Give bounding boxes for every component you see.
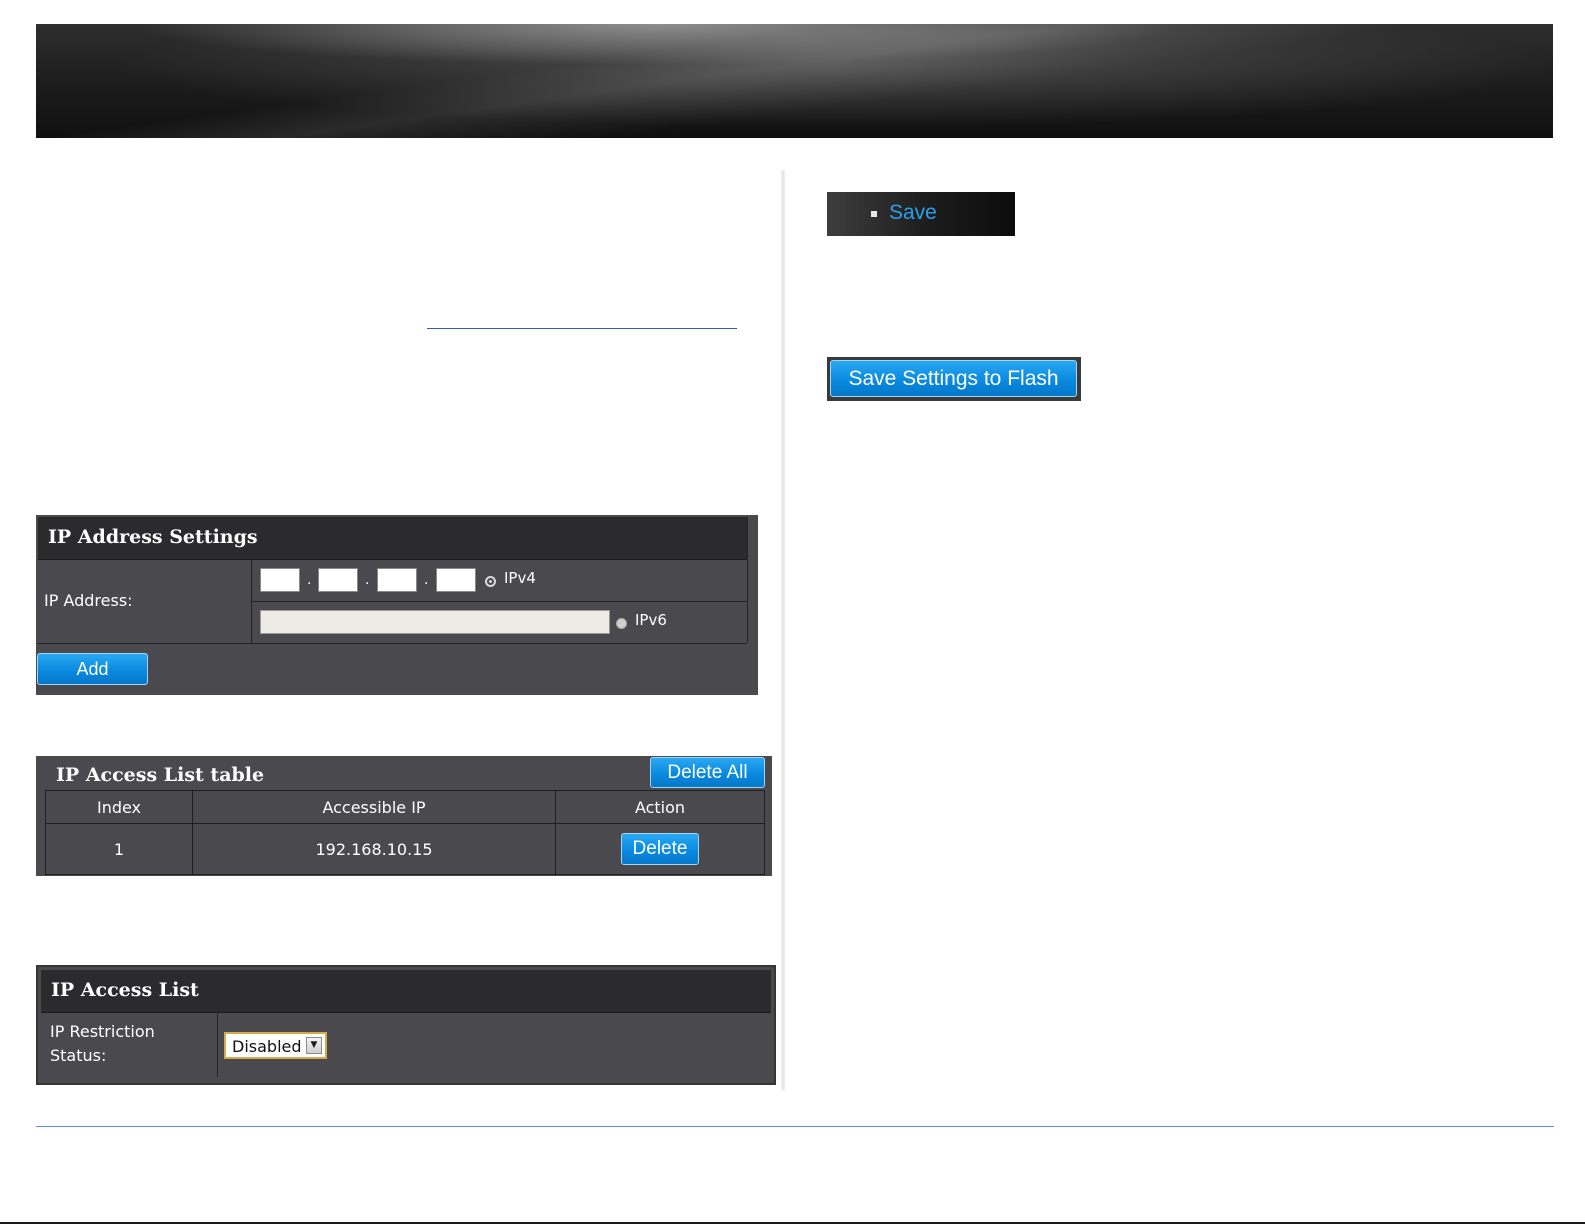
panel-title: IP Address Settings xyxy=(48,526,258,548)
bullet-icon xyxy=(871,211,877,217)
panel-header: IP Access List xyxy=(41,970,771,1013)
ipv4-octet-1-input[interactable] xyxy=(260,568,300,592)
ipv4-octet-2-input[interactable] xyxy=(318,568,358,592)
hyperlink-underline[interactable] xyxy=(427,328,737,329)
column-header-action: Action xyxy=(555,790,765,824)
accessible-ip-cell: 192.168.10.15 xyxy=(192,823,556,875)
access-list-table: Index Accessible IP Action 1 192.168.10.… xyxy=(45,790,765,875)
add-button[interactable]: Add xyxy=(37,653,148,685)
chevron-down-icon[interactable]: ▼ xyxy=(306,1037,322,1054)
panel-border xyxy=(747,517,748,643)
ipv6-row: IPv6 xyxy=(252,602,747,644)
save-settings-frame: Save Settings to Flash xyxy=(827,357,1081,401)
column-divider xyxy=(781,170,785,1090)
table-header-row: Index Accessible IP Action xyxy=(45,790,765,824)
delete-all-button[interactable]: Delete All xyxy=(650,757,765,788)
ip-address-label-cell: IP Address: xyxy=(38,560,252,644)
select-value: Disabled xyxy=(232,1037,302,1056)
save-settings-to-flash-button[interactable]: Save Settings to Flash xyxy=(830,360,1077,397)
ipv4-octet-4-input[interactable] xyxy=(436,568,476,592)
ipv4-radio[interactable] xyxy=(485,576,496,587)
ipv6-label: IPv6 xyxy=(635,611,667,629)
index-cell: 1 xyxy=(45,823,193,875)
ip-restriction-label-cell: IP Restriction Status: xyxy=(41,1013,218,1077)
panel-header: IP Address Settings xyxy=(38,517,747,560)
action-cell: Delete xyxy=(555,823,765,875)
delete-button[interactable]: Delete xyxy=(621,833,699,865)
ip-access-list-table-panel: IP Access List table Delete All Index Ac… xyxy=(36,756,772,876)
footer-divider xyxy=(36,1126,1554,1127)
ipv6-address-input[interactable] xyxy=(260,610,610,634)
panel-title: IP Access List xyxy=(51,979,199,1001)
column-header-accessible-ip: Accessible IP xyxy=(192,790,556,824)
header-banner xyxy=(36,24,1553,138)
ipv4-label: IPv4 xyxy=(504,569,536,587)
ipv6-radio[interactable] xyxy=(616,618,627,629)
octet-separator: . xyxy=(424,572,429,588)
ip-address-label: IP Address: xyxy=(44,591,133,610)
table-row: 1 192.168.10.15 Delete xyxy=(45,823,765,875)
save-menu-item[interactable]: Save xyxy=(889,201,937,225)
ip-restriction-status-label: IP Restriction Status: xyxy=(50,1022,155,1065)
save-menu[interactable]: Save xyxy=(827,192,1015,236)
octet-separator: . xyxy=(307,572,312,588)
panel-title: IP Access List table xyxy=(56,764,265,786)
ip-address-settings-panel: IP Address Settings IP Address: . . . IP… xyxy=(36,515,758,695)
ip-access-list-panel: IP Access List IP Restriction Status: Di… xyxy=(36,965,776,1085)
ipv4-row: . . . IPv4 xyxy=(252,560,747,602)
octet-separator: . xyxy=(365,572,370,588)
column-header-index: Index xyxy=(45,790,193,824)
ipv4-octet-3-input[interactable] xyxy=(377,568,417,592)
page-edge xyxy=(0,1222,1585,1224)
ip-restriction-status-select[interactable]: Disabled ▼ xyxy=(224,1032,327,1059)
